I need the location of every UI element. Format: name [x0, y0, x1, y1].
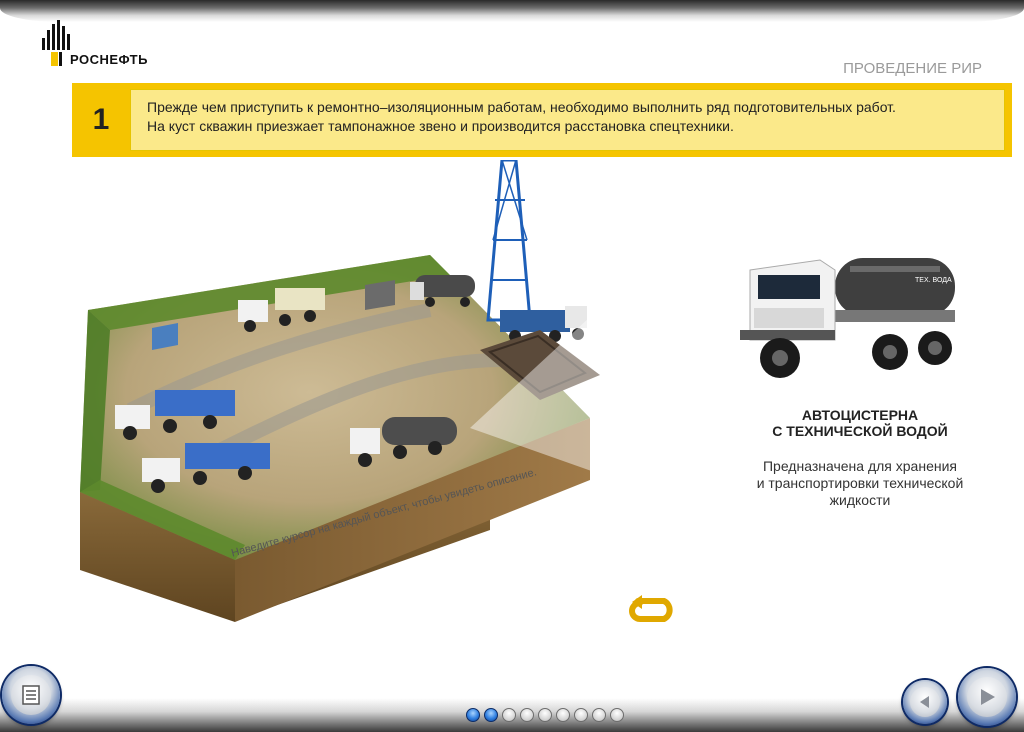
step-text-line2: На куст скважин приезжает тампонажное зв… — [147, 118, 734, 134]
step-number: 1 — [92, 103, 110, 136]
page-dot-3[interactable] — [502, 708, 516, 722]
prev-button[interactable] — [903, 680, 947, 724]
object-desc-line3: жидкости — [829, 492, 891, 508]
rosneft-logo-mark — [42, 20, 70, 66]
section-title: ПРОВЕДЕНИЕ РИР — [843, 60, 982, 77]
next-button[interactable] — [958, 668, 1016, 726]
object-title: АВТОЦИСТЕРНА С ТЕХНИЧЕСКОЙ ВОДОЙ — [740, 407, 980, 439]
well-pad-scene — [80, 160, 730, 622]
object-desc-line1: Предназначена для хранения — [762, 458, 957, 474]
object-title-line1: АВТОЦИСТЕРНА — [801, 407, 919, 423]
page-dot-1[interactable] — [466, 708, 480, 722]
step-text-line1: Прежде чем приступить к ремонтно–изоляци… — [147, 99, 896, 115]
object-title-line2: С ТЕХНИЧЕСКОЙ ВОДОЙ — [772, 423, 948, 439]
page-dot-6[interactable] — [556, 708, 570, 722]
drilling-derrick[interactable] — [486, 160, 532, 322]
water-tanker-image: ТЕХ. ВОДА — [740, 258, 955, 378]
menu-button[interactable] — [2, 666, 60, 724]
page-dot-4[interactable] — [520, 708, 534, 722]
object-description: Предназначена для хранения и транспортир… — [740, 458, 980, 509]
page-dot-8[interactable] — [592, 708, 606, 722]
replay-icon[interactable] — [624, 595, 678, 623]
tank-label: ТЕХ. ВОДА — [915, 277, 952, 284]
top-frame-bar — [0, 0, 1024, 22]
page-dot-9[interactable] — [610, 708, 624, 722]
document-icon — [22, 685, 40, 705]
step-description: Прежде чем приступить к ремонтно–изоляци… — [130, 89, 1005, 151]
page-indicator — [466, 708, 624, 724]
arrow-right-icon — [981, 689, 995, 705]
page-dot-2[interactable] — [484, 708, 498, 722]
object-desc-line2: и транспортировки технической — [756, 475, 964, 491]
brand-name: РОСНЕФТЬ — [70, 52, 148, 67]
storage-shed[interactable] — [365, 280, 395, 310]
arrow-left-icon — [919, 695, 929, 708]
page-dot-7[interactable] — [574, 708, 588, 722]
page-dot-5[interactable] — [538, 708, 552, 722]
step-panel: 1 Прежде чем приступить к ремонтно–изоля… — [72, 83, 1012, 157]
